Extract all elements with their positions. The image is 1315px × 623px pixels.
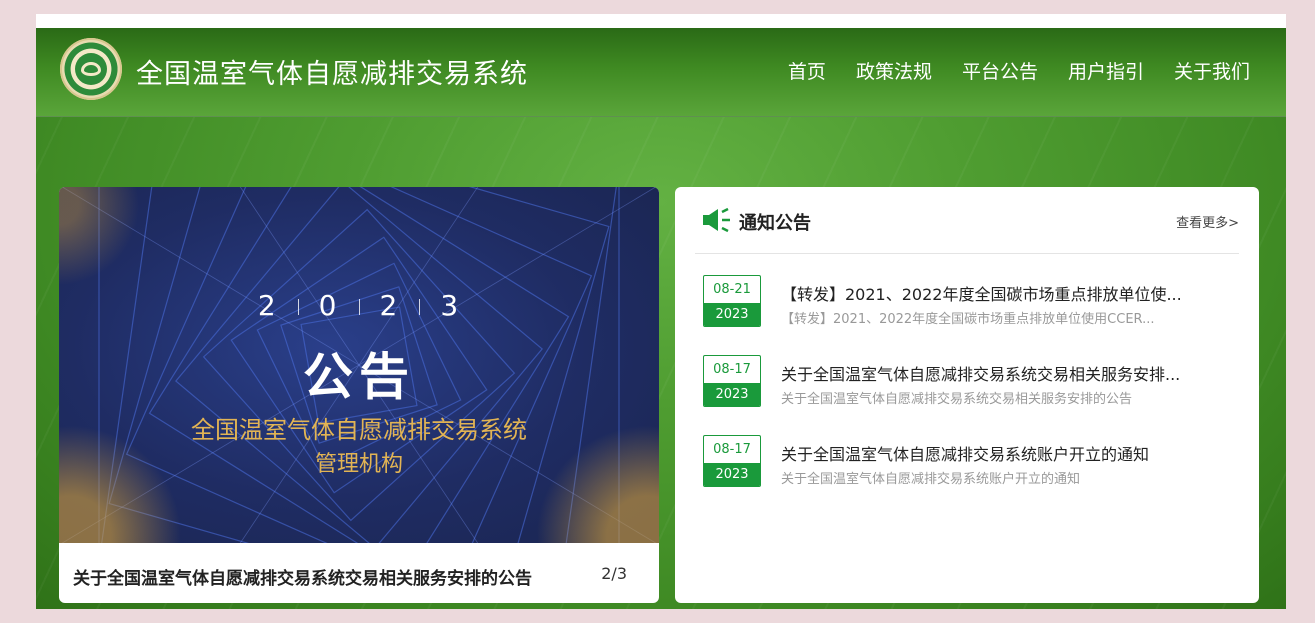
notice-header: 通知公告 查看更多> (695, 187, 1239, 254)
site-page: 全国温室气体自愿减排交易系统 首页 政策法规 平台公告 用户指引 关于我们 2 … (36, 28, 1286, 609)
nav-item-announcements[interactable]: 平台公告 (962, 57, 1038, 84)
nav-item-user-guide[interactable]: 用户指引 (1068, 57, 1144, 84)
banner-carousel[interactable]: 2023 公告 全国温室气体自愿减排交易系统 管理机构 关于全国温室气体自愿减排… (59, 187, 659, 603)
browser-viewport: 全国温室气体自愿减排交易系统 首页 政策法规 平台公告 用户指引 关于我们 2 … (36, 14, 1286, 609)
banner-year: 2023 (59, 289, 659, 322)
banner-heading: 公告 (303, 348, 415, 406)
notice-item-summary: 关于全国温室气体自愿减排交易系统账户开立的通知 (781, 472, 1081, 487)
banner-subtitle-line2: 管理机构 (314, 452, 403, 477)
notice-list-item[interactable]: 08-21 2023 【转发】2021、2022年度全国碳市场重点排放单位使..… (703, 275, 1223, 355)
banner-year-digit: 0 (318, 289, 339, 322)
nav-item-home[interactable]: 首页 (788, 57, 826, 84)
date-month-day: 08-17 (713, 362, 751, 377)
banner-image[interactable]: 2023 公告 全国温室气体自愿减排交易系统 管理机构 (59, 187, 659, 543)
notice-item-summary: 【转发】2021、2022年度全国碳市场重点排放单位使用CCER... (781, 312, 1155, 327)
notice-list-item[interactable]: 08-17 2023 关于全国温室气体自愿减排交易系统交易相关服务安排... 关… (703, 355, 1223, 435)
nav-item-policies[interactable]: 政策法规 (856, 57, 932, 84)
notice-item-title[interactable]: 关于全国温室气体自愿减排交易系统交易相关服务安排... (781, 361, 1211, 385)
site-logo-icon[interactable] (60, 38, 122, 100)
banner-year-digit: 3 (440, 289, 461, 322)
date-badge: 08-21 2023 (703, 275, 761, 327)
nav-item-about-us[interactable]: 关于我们 (1174, 57, 1250, 84)
date-year: 2023 (704, 303, 760, 326)
notice-title: 通知公告 (739, 213, 811, 234)
notice-item-summary: 关于全国温室气体自愿减排交易系统交易相关服务安排的公告 (781, 392, 1133, 407)
banner-subtitle-line1: 全国温室气体自愿减排交易系统 (191, 416, 527, 444)
main-nav: 首页 政策法规 平台公告 用户指引 关于我们 (788, 57, 1250, 84)
banner-caption-link[interactable]: 关于全国温室气体自愿减排交易系统交易相关服务安排的公告 (73, 564, 532, 589)
date-year: 2023 (704, 463, 760, 486)
banner-year-digit: 2 (257, 289, 278, 322)
notice-list-item[interactable]: 08-17 2023 关于全国温室气体自愿减排交易系统账户开立的通知 关于全国温… (703, 435, 1223, 515)
date-month-day: 08-21 (713, 282, 751, 297)
date-badge: 08-17 2023 (703, 355, 761, 407)
site-title[interactable]: 全国温室气体自愿减排交易系统 (136, 52, 528, 91)
notice-panel: 通知公告 查看更多> 08-21 2023 【转发】2021、2022年度全国碳… (675, 187, 1259, 603)
banner-year-digit: 2 (379, 289, 400, 322)
notice-list: 08-21 2023 【转发】2021、2022年度全国碳市场重点排放单位使..… (703, 275, 1223, 515)
date-badge: 08-17 2023 (703, 435, 761, 487)
logo-emblem (75, 53, 107, 85)
banner-page-indicator: 2/3 (601, 564, 627, 583)
view-more-link[interactable]: 查看更多> (1176, 212, 1239, 231)
site-header: 全国温室气体自愿减排交易系统 首页 政策法规 平台公告 用户指引 关于我们 (36, 28, 1286, 117)
speaker-icon (703, 207, 730, 233)
notice-item-title[interactable]: 关于全国温室气体自愿减排交易系统账户开立的通知 (781, 441, 1211, 465)
date-month-day: 08-17 (713, 442, 751, 457)
notice-item-title[interactable]: 【转发】2021、2022年度全国碳市场重点排放单位使... (781, 281, 1211, 305)
date-year: 2023 (704, 383, 760, 406)
